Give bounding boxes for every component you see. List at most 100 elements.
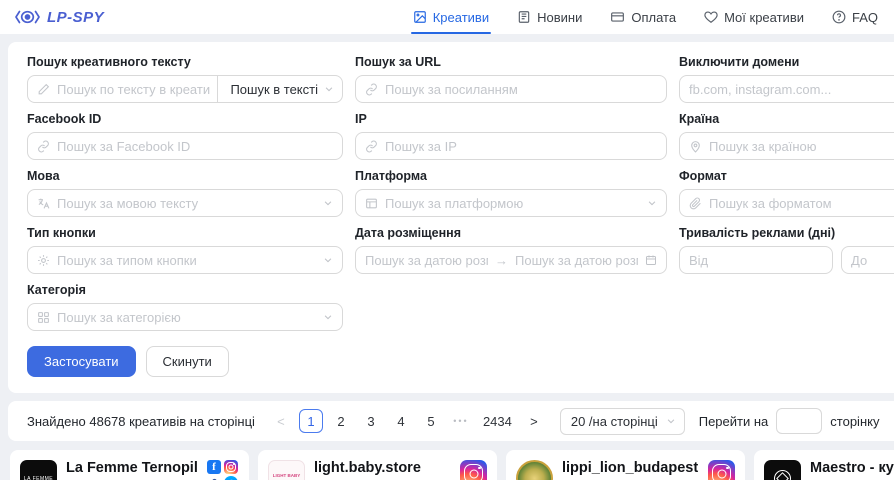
logo[interactable]: LP-SPY — [14, 9, 104, 26]
nav-label: Оплата — [631, 10, 676, 25]
heart-icon — [704, 10, 718, 24]
field-label: Пошук за URL — [355, 55, 667, 69]
maestro-emblem-icon — [774, 470, 791, 480]
field-label: Тривалість реклами (дні) — [679, 226, 894, 240]
creative-card[interactable]: LIGHT BABY STORE light.baby.store 2025-1… — [258, 450, 497, 480]
field-label: Категорія — [27, 283, 343, 297]
platform-select[interactable] — [355, 189, 667, 217]
nav-label: Новини — [537, 10, 582, 25]
filter-ip: IP — [355, 112, 667, 160]
filter-creative-text: Пошук креативного тексту Пошук в тексті — [27, 55, 343, 103]
nav-faq[interactable]: FAQ — [832, 0, 878, 34]
card-title: light.baby.store — [314, 460, 456, 477]
button-type-select[interactable] — [27, 246, 343, 274]
platform-input[interactable] — [385, 196, 640, 211]
filter-category: Категорія — [27, 283, 343, 331]
card-title: La Femme Ternopil — [66, 460, 203, 477]
text-search-mode-select[interactable]: Пошук в тексті — [217, 76, 336, 102]
language-input[interactable] — [57, 196, 316, 211]
goto-page: Перейти на сторінку — [699, 408, 880, 434]
field-label: Facebook ID — [27, 112, 343, 126]
grid-icon — [37, 311, 50, 324]
instagram-icon — [224, 460, 238, 474]
page-size-select[interactable]: 20 /на сторінці — [560, 408, 685, 435]
page-button-2[interactable]: 2 — [329, 409, 353, 433]
category-select[interactable] — [27, 303, 343, 331]
chevron-down-icon — [647, 198, 657, 208]
creative-cards: LA FEMME La Femme Ternopil 2025-11-20 21… — [10, 450, 894, 480]
country-input[interactable] — [709, 139, 894, 154]
next-page-button[interactable]: > — [522, 409, 546, 433]
calendar-icon — [645, 254, 657, 266]
nav-creatives[interactable]: Креативи — [413, 0, 489, 34]
page-button-last[interactable]: 2434 — [479, 409, 516, 433]
apply-button[interactable]: Застосувати — [27, 346, 136, 377]
news-icon — [517, 10, 531, 24]
chevron-down-icon — [323, 198, 333, 208]
chevron-down-icon — [666, 416, 676, 426]
creative-text-input[interactable] — [57, 82, 210, 97]
nav-news[interactable]: Новини — [517, 0, 582, 34]
duration-from-input[interactable] — [689, 253, 823, 268]
field-label: Дата розміщення — [355, 226, 667, 240]
exclude-domains-input[interactable] — [689, 82, 894, 97]
duration-to-input[interactable] — [851, 253, 894, 268]
filter-platform: Платформа — [355, 169, 667, 217]
filter-country: Країна — [679, 112, 894, 160]
filter-button-type: Тип кнопки — [27, 226, 343, 274]
ip-input[interactable] — [385, 139, 657, 154]
nav-label: Креативи — [433, 10, 489, 25]
facebook-id-input[interactable] — [57, 139, 333, 154]
pencil-icon — [37, 83, 50, 96]
pagination: < 1 2 3 4 5 ••• 2434 > — [269, 409, 546, 433]
creative-card[interactable]: lippi_lion_budapest 2025-11-20 21:02:03 … — [506, 450, 745, 480]
nav-label: Мої креативи — [724, 10, 804, 25]
creative-card[interactable]: Maestro - кухні, ме замовлення в Ужго 20… — [754, 450, 894, 480]
button-type-input[interactable] — [57, 253, 316, 268]
goto-page-input[interactable] — [776, 408, 822, 434]
avatar: LA FEMME — [20, 460, 57, 480]
paperclip-icon — [689, 197, 702, 210]
field-label: Тип кнопки — [27, 226, 343, 240]
nav-payment[interactable]: Оплата — [610, 0, 676, 34]
nav-label: FAQ — [852, 10, 878, 25]
date-to-input[interactable] — [515, 253, 638, 268]
main-nav: Креативи Новини Оплата Мої креативи FAQ — [413, 0, 878, 34]
page-button-1[interactable]: 1 — [299, 409, 323, 433]
url-input[interactable] — [385, 82, 657, 97]
filter-url: Пошук за URL — [355, 55, 667, 103]
instagram-icon — [460, 460, 487, 480]
chevron-down-icon — [324, 84, 334, 94]
prev-page-button[interactable]: < — [269, 409, 293, 433]
field-label: Виключити домени — [679, 55, 894, 69]
link-icon — [365, 140, 378, 153]
category-input[interactable] — [57, 310, 316, 325]
page-button-3[interactable]: 3 — [359, 409, 383, 433]
filter-panel: Пошук креативного тексту Пошук в тексті … — [8, 42, 894, 393]
eye-spy-icon — [14, 9, 41, 25]
chevron-down-icon — [323, 255, 333, 265]
audience-network-icon — [207, 476, 221, 480]
filter-format: Формат — [679, 169, 894, 217]
results-summary: Знайдено 48678 креативів на сторінці — [27, 414, 255, 429]
page-button-4[interactable]: 4 — [389, 409, 413, 433]
nav-my-creatives[interactable]: Мої креативи — [704, 0, 804, 34]
pagination-ellipsis[interactable]: ••• — [449, 409, 473, 433]
creative-card[interactable]: LA FEMME La Femme Ternopil 2025-11-20 21… — [10, 450, 249, 480]
question-circle-icon — [832, 10, 846, 24]
page-button-5[interactable]: 5 — [419, 409, 443, 433]
messenger-icon — [224, 476, 238, 480]
field-label: Мова — [27, 169, 343, 183]
date-from-input[interactable] — [365, 253, 488, 268]
avatar — [764, 460, 801, 480]
field-label: Платформа — [355, 169, 667, 183]
filter-exclude-domains: Виключити домени — [679, 55, 894, 103]
language-select[interactable] — [27, 189, 343, 217]
reset-button[interactable]: Скинути — [146, 346, 229, 377]
format-select[interactable] — [679, 189, 894, 217]
date-range-picker[interactable]: → — [355, 246, 667, 274]
gear-icon — [37, 254, 50, 267]
facebook-icon: f — [207, 460, 221, 474]
format-input[interactable] — [709, 196, 894, 211]
field-label: Пошук креативного тексту — [27, 55, 343, 69]
